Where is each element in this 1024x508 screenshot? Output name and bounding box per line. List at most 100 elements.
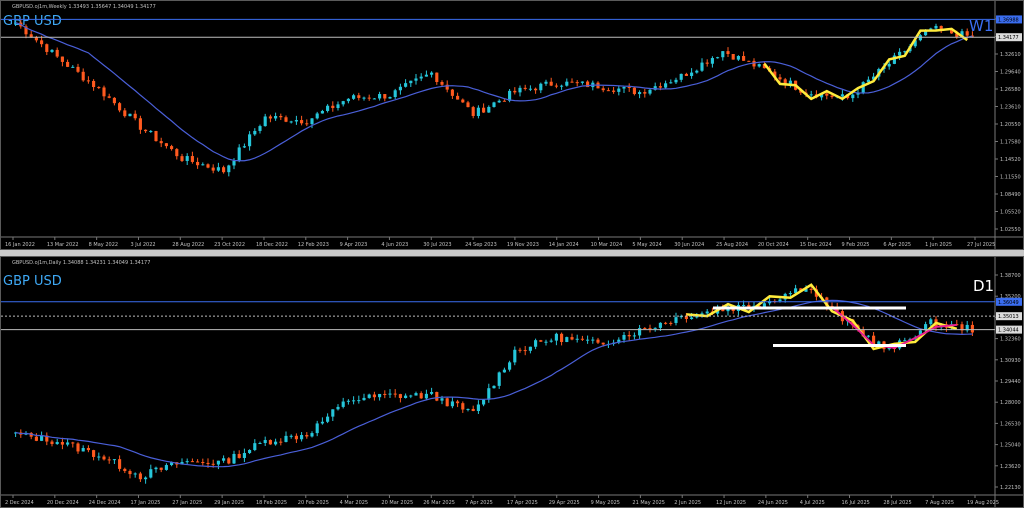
x-tick-label: 17 Apr 2025 xyxy=(507,500,538,506)
candle-body xyxy=(435,72,439,82)
candle-body xyxy=(721,51,725,58)
candle-body xyxy=(185,156,189,161)
x-tick-label: 4 Jul 2025 xyxy=(800,500,825,506)
x-tick-label: 14 Jan 2024 xyxy=(549,242,579,248)
candle-body xyxy=(227,165,231,173)
candle-body xyxy=(580,338,584,340)
candle-body xyxy=(268,116,272,119)
candle-body xyxy=(310,433,314,437)
candle-body xyxy=(102,456,106,460)
candle-body xyxy=(669,322,673,324)
candle-body xyxy=(575,82,579,84)
candle-body xyxy=(430,392,434,394)
candle-body xyxy=(201,164,205,166)
candle-body xyxy=(76,443,80,452)
x-tick-label: 18 Dec 2022 xyxy=(256,242,288,248)
candle-body xyxy=(107,96,111,98)
candle-body xyxy=(40,40,44,45)
candle-body xyxy=(476,404,480,411)
candle-body xyxy=(388,393,392,395)
candle-body xyxy=(565,337,569,342)
candle-body xyxy=(440,398,444,401)
candle-body xyxy=(502,100,506,102)
candle-body xyxy=(549,81,553,86)
candle-body xyxy=(934,25,938,29)
y-tick-label: 1.26580 xyxy=(1000,87,1021,93)
candle-body xyxy=(190,156,194,162)
x-tick-label: 28 Aug 2022 xyxy=(172,242,204,248)
candle-body xyxy=(159,141,163,144)
candle-body xyxy=(123,468,127,472)
x-tick-label: 3 Jul 2022 xyxy=(130,242,155,248)
candle-body xyxy=(560,85,564,87)
candle-body xyxy=(248,134,252,147)
chart-header: GBPUSD.oj1m,Weekly 1.33493 1.35647 1.340… xyxy=(12,4,156,10)
x-tick-label: 19 Aug 2025 xyxy=(967,500,999,506)
candle-body xyxy=(736,56,740,60)
candle-body xyxy=(372,98,376,100)
candle-body xyxy=(268,440,272,445)
y-tick-label: 1.23620 xyxy=(1000,464,1021,470)
candle-body xyxy=(341,101,345,105)
candle-body xyxy=(570,337,574,340)
candle-body xyxy=(128,113,132,117)
candle-body xyxy=(352,95,356,99)
daily-chart-svg[interactable]: GBPUSD.oj1m,Daily 1.34088 1.34231 1.3404… xyxy=(1,257,1023,507)
candle-body xyxy=(695,70,699,73)
x-tick-label: 12 Feb 2023 xyxy=(298,242,329,248)
candle-body xyxy=(263,116,267,127)
candle-body xyxy=(518,349,522,351)
candle-body xyxy=(86,448,90,451)
candle-body xyxy=(632,87,636,95)
candle-body xyxy=(336,104,340,109)
candle-body xyxy=(92,450,96,457)
y-tick-label: 1.14520 xyxy=(1000,157,1021,163)
candle-body xyxy=(196,461,200,463)
candle-body xyxy=(586,339,590,341)
x-tick-label: 16 Jul 2025 xyxy=(842,500,870,506)
x-tick-label: 17 Jan 2025 xyxy=(130,500,160,506)
candle-body xyxy=(378,393,382,398)
price-tag-label: 1.36049 xyxy=(998,300,1019,306)
x-tick-label: 2 Dec 2024 xyxy=(5,500,34,506)
candle-body xyxy=(970,324,974,333)
candle-body xyxy=(92,80,96,88)
candle-body xyxy=(331,105,335,109)
candle-body xyxy=(216,167,220,171)
candle-body xyxy=(118,459,122,469)
candle-body xyxy=(534,88,538,91)
y-tick-label: 1.29640 xyxy=(1000,70,1021,76)
candle-body xyxy=(232,160,236,166)
candle-body xyxy=(237,147,241,161)
price-tag-label: 1.35013 xyxy=(998,314,1019,320)
candle-body xyxy=(138,118,142,130)
candle-body xyxy=(393,90,397,98)
candle-body xyxy=(289,121,293,123)
candle-body xyxy=(253,130,257,135)
candle-body xyxy=(71,442,75,444)
candle-body xyxy=(222,458,226,461)
x-tick-label: 30 Jul 2023 xyxy=(423,242,451,248)
y-tick-label: 1.25040 xyxy=(1000,443,1021,449)
x-tick-label: 27 Jan 2025 xyxy=(172,500,202,506)
candle-body xyxy=(357,95,361,98)
weekly-chart-panel[interactable]: GBPUSD.oj1m,Weekly 1.33493 1.35647 1.340… xyxy=(0,0,1024,250)
candle-body xyxy=(367,394,371,398)
candle-body xyxy=(232,453,236,464)
daily-chart-panel[interactable]: GBPUSD.oj1m,Daily 1.34088 1.34231 1.3404… xyxy=(0,256,1024,508)
candle-body xyxy=(508,362,512,370)
y-tick-label: 1.02550 xyxy=(1000,227,1021,233)
candle-body xyxy=(705,62,709,64)
candle-body xyxy=(284,117,288,122)
price-tag-label: 1.34177 xyxy=(998,35,1019,41)
candle-body xyxy=(482,107,486,113)
candle-body xyxy=(445,398,449,407)
x-tick-label: 29 Apr 2025 xyxy=(549,500,580,506)
candle-body xyxy=(388,97,392,99)
candle-body xyxy=(591,339,595,341)
candle-body xyxy=(648,328,652,330)
candle-body xyxy=(310,118,314,125)
weekly-chart-svg[interactable]: GBPUSD.oj1m,Weekly 1.33493 1.35647 1.340… xyxy=(1,1,1023,249)
candle-body xyxy=(393,393,397,395)
candle-body xyxy=(76,66,80,72)
